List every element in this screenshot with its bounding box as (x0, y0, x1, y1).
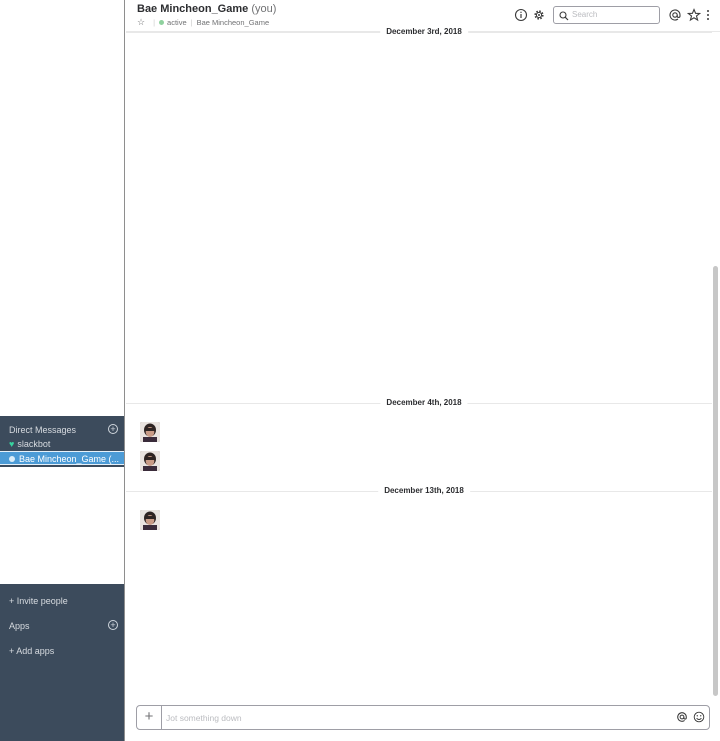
status-text: active (167, 18, 187, 27)
more-vertical-icon[interactable] (704, 8, 712, 22)
search-placeholder: Search (572, 10, 598, 19)
mentions-icon[interactable] (668, 8, 682, 22)
avatar[interactable] (140, 422, 160, 442)
add-apps-link[interactable]: + Add apps (9, 644, 54, 658)
search-input[interactable]: Search (553, 6, 660, 24)
avatar[interactable] (140, 510, 160, 530)
apps-header[interactable]: Apps (9, 619, 30, 633)
attach-button[interactable]: + (137, 706, 162, 729)
gear-icon[interactable] (532, 8, 546, 22)
avatar[interactable] (140, 451, 160, 471)
invite-people-link[interactable]: + Invite people (9, 594, 68, 608)
divider: | (190, 18, 193, 27)
sidebar-item-label: slackbot (17, 439, 51, 449)
star-outline-icon[interactable]: ☆ (137, 17, 145, 28)
message-scrollbar[interactable] (713, 266, 718, 696)
channel-title: Bae Mincheon_Game (you) (137, 3, 276, 15)
divider: | (153, 18, 156, 27)
sidebar-item-label: Bae Mincheon_Game (... (19, 454, 120, 464)
sidebar-item-self[interactable]: Bae Mincheon_Game (... (0, 451, 124, 465)
sidebar: Direct Messages + ♥ slackbot Bae Mincheon… (0, 0, 125, 741)
you-suffix: (you) (251, 3, 277, 15)
day-label: December 4th, 2018 (380, 398, 468, 407)
display-name: Bae Mincheon_Game (196, 18, 270, 27)
channel-subtitle: ☆ | active | Bae Mincheon_Game (137, 17, 269, 28)
sidebar-mid-blank (0, 467, 124, 584)
presence-dot-icon (159, 20, 165, 25)
channel-name: Bae Mincheon_Game (137, 3, 249, 15)
search-icon (559, 11, 569, 21)
info-icon[interactable] (514, 8, 528, 22)
add-direct-message-icon[interactable]: + (108, 424, 118, 434)
mention-icon[interactable] (676, 711, 688, 723)
direct-messages-section: Direct Messages + ♥ slackbot Bae Mincheon… (0, 416, 124, 467)
sidebar-footer: + Invite people Apps + + Add apps (0, 584, 124, 741)
direct-messages-header[interactable]: Direct Messages (9, 423, 119, 437)
message-composer[interactable]: + Jot something down (136, 705, 710, 730)
heart-icon: ♥ (9, 439, 15, 449)
day-label: December 3rd, 2018 (380, 27, 468, 36)
direct-messages-label: Direct Messages (9, 425, 77, 435)
add-app-icon[interactable]: + (108, 620, 118, 630)
day-label: December 13th, 2018 (378, 486, 470, 495)
emoji-icon[interactable] (693, 711, 705, 723)
sidebar-top-blank (0, 0, 124, 416)
message-pane[interactable]: December 3rd, 2018 December 4th, 2018 De… (126, 27, 712, 701)
sidebar-item-slackbot[interactable]: ♥ slackbot (0, 437, 124, 451)
star-icon[interactable] (686, 8, 702, 22)
composer-placeholder: Jot something down (166, 713, 242, 723)
presence-dot-icon (9, 456, 15, 462)
